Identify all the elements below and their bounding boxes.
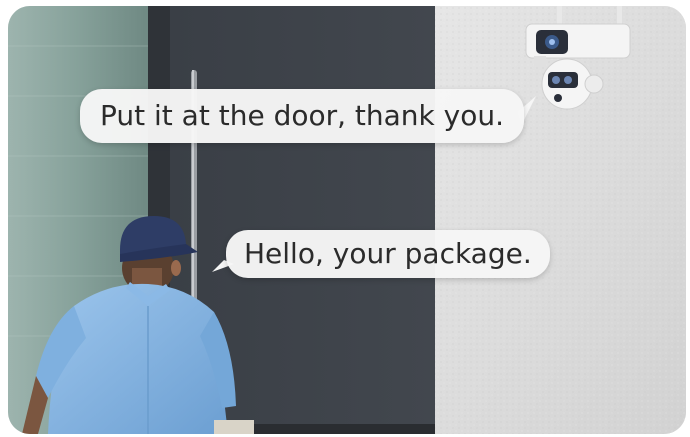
camera-speech-text: Put it at the door, thank you. <box>100 99 505 132</box>
courier-speech-bubble: Hello, your package. <box>226 230 550 278</box>
courier-speech-text: Hello, your package. <box>244 237 532 270</box>
scene-photo <box>8 6 686 434</box>
photo-frame: Put it at the door, thank you. Hello, yo… <box>8 6 686 434</box>
camera-speech-bubble: Put it at the door, thank you. <box>80 89 525 143</box>
